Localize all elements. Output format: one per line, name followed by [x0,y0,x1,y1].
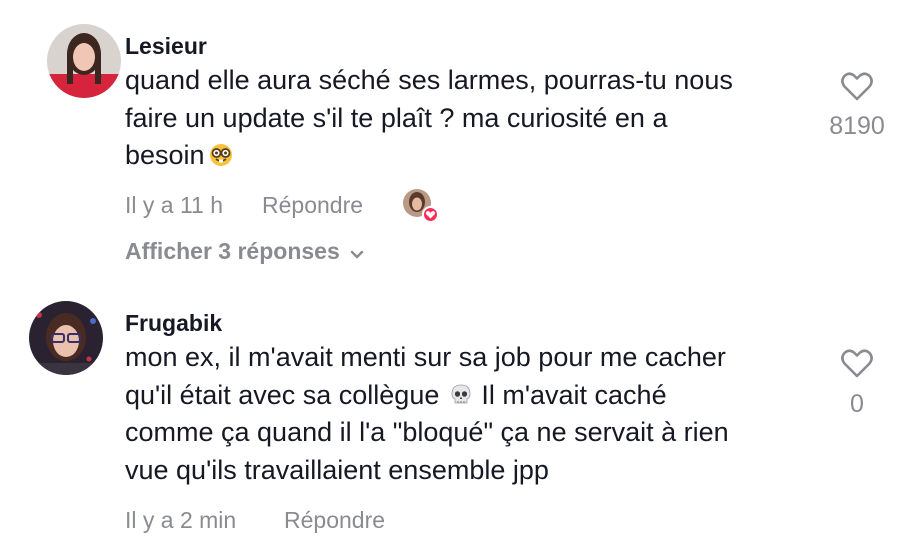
skull-emoji-icon [449,380,473,404]
comment-text-fragment: besoin [125,140,205,170]
reply-button[interactable]: Répondre [284,507,385,534]
comment-text: mon ex, il m'avait menti sur sa job pour… [125,339,805,489]
comment-text-line: besoin [125,137,805,175]
comment-text-line: faire un update s'il te plaît ? ma curio… [125,102,668,133]
comment-username[interactable]: Lesieur [125,33,207,60]
comment-timestamp: Il y a 11 h [125,192,224,218]
comment-text-line: qu'il était avec sa collègue Il m'avait … [125,377,805,415]
heart-icon[interactable] [840,70,874,102]
comment-username[interactable]: Frugabik [125,310,222,337]
comment-text-line: mon ex, il m'avait menti sur sa job pour… [125,342,726,372]
comment-text-line: quand elle aura séché ses larmes, pourra… [125,65,733,95]
like-count: 8190 [829,112,885,140]
like-count: 0 [850,390,864,418]
view-replies-button[interactable]: Afficher 3 réponses [125,238,364,266]
comment-timestamp: Il y a 2 min [125,507,237,533]
comment-text-fragment: qu'il était avec sa collègue [125,379,440,410]
comment-text-line: vue qu'ils travaillaient ensemble jpp [125,454,549,485]
creator-heart-badge-icon [422,206,439,223]
comment-text-line: comme ça quand il l'a "bloqué" ça ne ser… [125,417,729,447]
chevron-down-icon [350,239,364,266]
nerd-face-emoji-icon [209,140,233,166]
reply-button[interactable]: Répondre [262,192,363,219]
heart-icon[interactable] [840,347,874,379]
view-replies-label: Afficher 3 réponses [125,238,340,264]
avatar[interactable] [29,301,103,375]
comment-text: quand elle aura séché ses larmes, pourra… [125,62,805,175]
comment-text-fragment: Il m'avait caché [481,379,667,410]
avatar[interactable] [47,24,121,98]
